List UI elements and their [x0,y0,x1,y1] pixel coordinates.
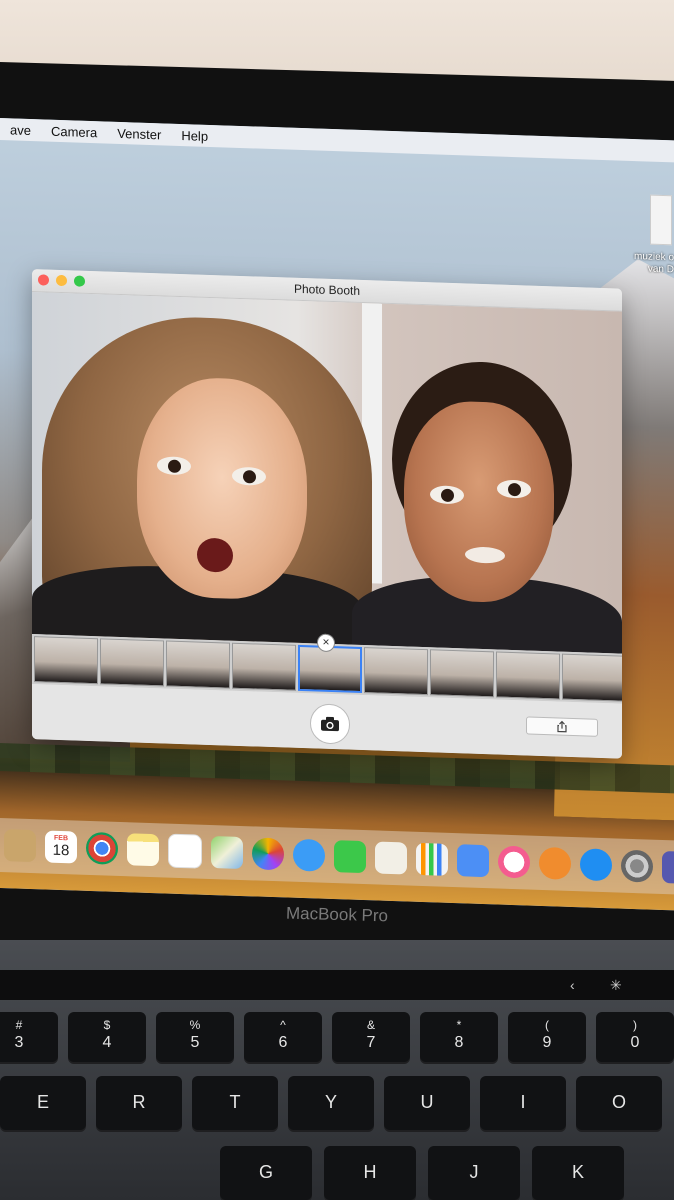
key-letter: O [611,1092,626,1112]
key-letter: H [363,1162,377,1182]
key-8[interactable]: * 8 [420,1012,498,1064]
dock-numbers-icon[interactable] [416,842,448,876]
filmstrip-thumbnail[interactable] [232,642,296,691]
delete-thumbnail-button[interactable]: × [317,633,335,653]
person-left-mouth [197,537,233,573]
share-icon [557,720,567,733]
key-k[interactable]: K [532,1146,624,1200]
filmstrip-thumbnail[interactable] [364,647,428,696]
key-u[interactable]: U [384,1076,470,1132]
minimize-window-button[interactable] [56,274,67,287]
filmstrip-thumbnail[interactable] [496,651,560,700]
key-letter: R [132,1092,146,1112]
key-shift-symbol: $ [103,1018,111,1032]
key-shift-symbol: ^ [280,1018,286,1032]
dock-notes-icon[interactable] [127,833,159,867]
key-digit: 7 [366,1034,376,1051]
photo-booth-window: Photo Booth × [32,269,622,759]
dock-system-preferences-icon[interactable] [621,849,653,883]
calendar-day: 18 [52,841,70,860]
filmstrip-thumbnail[interactable] [100,638,164,687]
key-letter: T [229,1092,241,1112]
key-letter: G [258,1162,273,1182]
desktop-document-icon[interactable] [650,194,672,246]
dock-maps-icon[interactable] [211,835,243,870]
key-0[interactable]: ) 0 [596,1012,674,1064]
key-letter: I [520,1092,526,1112]
share-button[interactable] [526,716,598,737]
desktop-folder-label[interactable]: muziek o van D [624,251,674,277]
window-controls [38,274,85,287]
key-letter: Y [324,1092,337,1112]
key-shift-symbol: ) [633,1018,637,1032]
key-letter: U [420,1092,434,1112]
key-6[interactable]: ^ 6 [244,1012,322,1064]
filmstrip-thumbnail[interactable] [34,636,98,685]
key-digit: 8 [454,1034,464,1051]
take-photo-button[interactable] [310,703,350,745]
dock-reminders-icon[interactable] [168,833,202,869]
dock-pages-icon[interactable] [375,841,407,875]
key-e[interactable]: E [0,1076,86,1132]
window-title: Photo Booth [293,281,361,298]
key-o[interactable]: O [576,1076,662,1132]
dock-facetime-icon[interactable] [334,840,366,874]
key-shift-symbol: % [189,1018,201,1032]
key-letter: E [36,1092,49,1112]
key-4[interactable]: $4 [68,1012,146,1064]
key-letter: J [469,1162,479,1182]
key-shift-symbol: & [366,1018,375,1032]
key-digit: 0 [630,1034,640,1051]
dock-calendar-icon[interactable]: FEB 18 [45,830,77,864]
key-3[interactable]: #3 [0,1012,58,1064]
zoom-window-button[interactable] [74,275,85,287]
touchbar-chevron-icon[interactable]: ‹ [570,977,575,993]
key-y[interactable]: Y [288,1076,374,1132]
dock-app-store-icon[interactable] [580,848,612,882]
dock-messages-icon[interactable] [293,838,325,872]
filmstrip-thumbnail[interactable] [166,640,230,689]
menu-item-help[interactable]: Help [171,127,218,144]
menu-item-window[interactable]: Venster [107,125,171,142]
dock-chrome-icon[interactable] [86,831,118,865]
key-j[interactable]: J [428,1146,520,1200]
key-shift-symbol: ( [545,1018,549,1032]
key-digit: 9 [542,1034,552,1051]
key-digit: 5 [190,1034,200,1051]
dock-teams-icon[interactable]: T [662,850,674,885]
camera-icon [321,716,339,732]
key-shift-symbol: * [456,1018,462,1032]
dock-finder-icon[interactable] [4,829,36,863]
key-i[interactable]: I [480,1076,566,1132]
key-digit: 3 [14,1034,24,1051]
key-digit: 4 [102,1034,112,1051]
touch-bar[interactable]: ‹ ✳ [0,970,674,1000]
filmstrip-thumbnail[interactable] [562,653,622,702]
key-5[interactable]: % 5 [156,1012,234,1064]
touchbar-brightness-icon[interactable]: ✳ [610,977,622,994]
close-window-button[interactable] [38,274,49,286]
dock-itunes-icon[interactable] [498,845,530,879]
key-7[interactable]: & 7 [332,1012,410,1064]
dock-ibooks-icon[interactable] [539,846,571,880]
key-digit: 6 [278,1034,288,1051]
keyboard: ‹ ✳ #3 $4% 5 ^ 6 & 7 * 8(9) 0 E R T Y U I O G H J K [0,940,674,1200]
key-r[interactable]: R [96,1076,182,1132]
person-right-face [404,399,554,605]
dock-keynote-icon[interactable] [457,844,489,878]
laptop-screen: ave Camera Venster Help muziek o van D P… [0,118,674,911]
filmstrip-thumbnail[interactable] [430,649,494,698]
camera-preview [32,292,622,654]
key-g[interactable]: G [220,1146,312,1200]
menu-item-camera[interactable]: Camera [41,123,107,140]
key-t[interactable]: T [192,1076,278,1132]
key-9[interactable]: (9 [508,1012,586,1064]
filmstrip-thumbnail[interactable] [298,644,362,694]
key-letter: K [571,1162,584,1182]
key-h[interactable]: H [324,1146,416,1200]
menu-item-file[interactable]: ave [0,122,41,138]
key-shift-symbol: # [15,1018,23,1032]
dock-photos-icon[interactable] [252,837,284,871]
